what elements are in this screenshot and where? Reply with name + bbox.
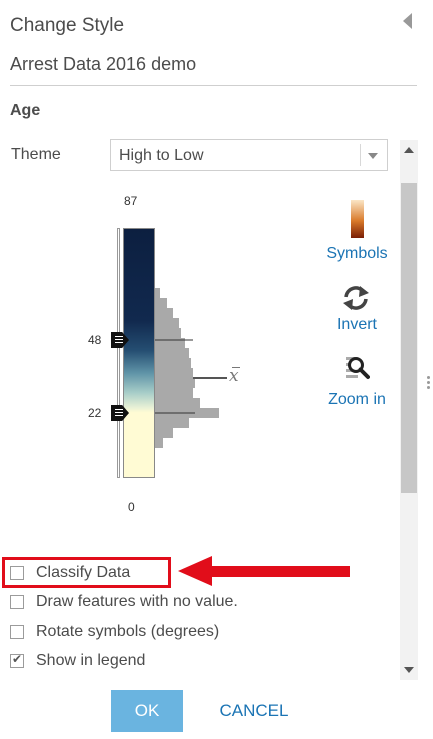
zoom-in-icon[interactable]	[344, 355, 370, 383]
option-label: Show in legend	[36, 652, 146, 669]
slider-handle-label-lower: 22	[88, 406, 102, 420]
chevron-down-icon	[368, 153, 378, 159]
slider-track	[117, 228, 120, 478]
cancel-button[interactable]: CANCEL	[208, 690, 300, 732]
collapse-panel-icon[interactable]	[403, 13, 412, 29]
header-divider	[10, 85, 417, 86]
field-name: Age	[10, 102, 41, 119]
ok-button[interactable]: OK	[111, 690, 183, 732]
layer-name: Arrest Data 2016 demo	[10, 54, 197, 74]
slider-max-label: 87	[124, 194, 138, 208]
annotation-arrow-icon	[178, 556, 212, 586]
theme-select-value: High to Low	[119, 147, 204, 164]
symbol-ramp-swatch[interactable]	[351, 200, 364, 238]
annotation-highlight-box	[2, 557, 171, 588]
draw-no-value-checkbox[interactable]	[10, 595, 24, 609]
select-divider	[360, 144, 361, 166]
rotate-symbols-checkbox[interactable]	[10, 625, 24, 639]
symbols-link[interactable]: Symbols	[312, 245, 402, 263]
scroll-up-icon[interactable]	[404, 147, 414, 153]
histogram	[155, 288, 219, 448]
scroll-down-icon[interactable]	[404, 667, 414, 673]
histogram-bars	[155, 288, 219, 448]
panel-resize-grip-icon[interactable]	[427, 376, 430, 379]
theme-select[interactable]: High to Low	[110, 139, 388, 171]
color-ramp	[123, 228, 155, 478]
invert-link[interactable]: Invert	[312, 316, 402, 334]
slider-min-label: 0	[128, 500, 135, 514]
panel-title: Change Style	[10, 15, 125, 36]
option-label: Draw features with no value.	[36, 593, 238, 610]
theme-label: Theme	[11, 146, 61, 163]
scrollbar-thumb[interactable]	[401, 183, 417, 493]
annotation-arrow-shaft	[210, 566, 350, 577]
show-in-legend-checkbox[interactable]	[10, 652, 24, 668]
option-label: Rotate symbols (degrees)	[36, 623, 220, 640]
mean-symbol: x	[229, 366, 239, 386]
invert-icon[interactable]	[341, 284, 371, 312]
slider-handle-label-upper: 48	[88, 333, 102, 347]
zoom-in-link[interactable]: Zoom in	[312, 391, 402, 409]
mean-line	[193, 377, 227, 379]
mean-symbol-bar	[232, 367, 240, 368]
